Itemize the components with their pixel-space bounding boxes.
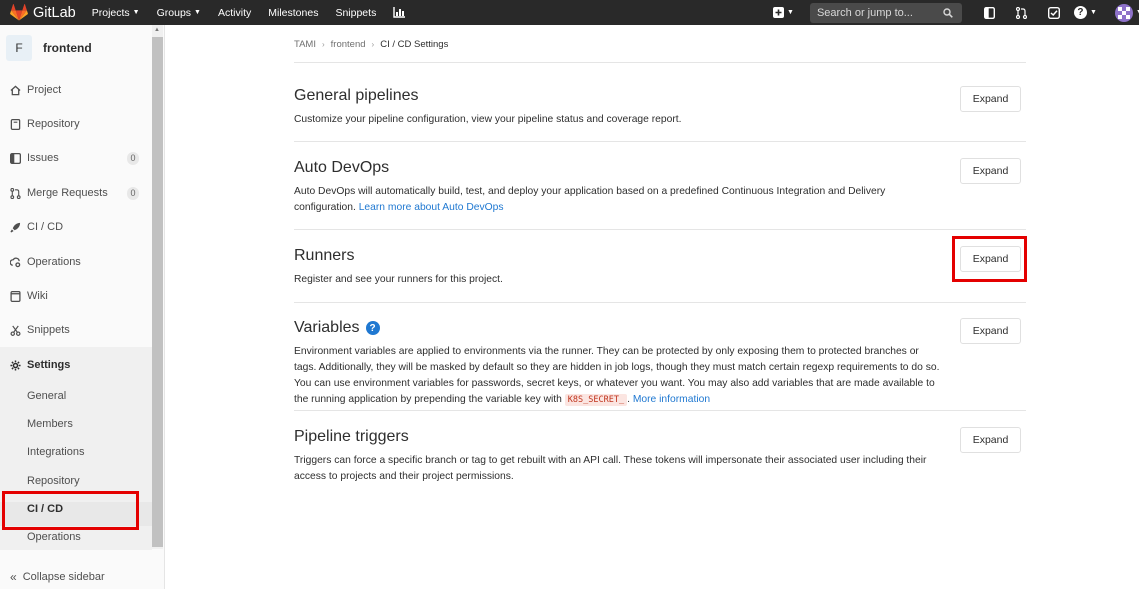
settings-sub-repository[interactable]: Repository bbox=[27, 475, 80, 487]
avatar-pattern-icon bbox=[1117, 6, 1130, 19]
sidebar-item-issues[interactable]: Issues 0 bbox=[0, 146, 150, 170]
chevron-right-icon: › bbox=[371, 40, 375, 49]
breadcrumb-project[interactable]: frontend bbox=[331, 39, 366, 50]
section-title: Variables? bbox=[294, 319, 944, 337]
section-title: Runners bbox=[294, 247, 355, 264]
chevron-down-icon: ▼ bbox=[194, 9, 201, 16]
settings-sub-integrations[interactable]: Integrations bbox=[27, 446, 84, 458]
breadcrumb: TAMI › frontend › CI / CD Settings bbox=[294, 39, 448, 50]
divider bbox=[294, 229, 1026, 230]
question-circle-icon[interactable]: ? bbox=[365, 321, 380, 335]
more-information-link[interactable]: More information bbox=[633, 394, 710, 405]
help-dropdown-button[interactable]: ? ▼ bbox=[1073, 6, 1097, 19]
section-title: Pipeline triggers bbox=[294, 428, 409, 445]
expand-variables-button[interactable]: Expand bbox=[960, 318, 1021, 344]
search-box[interactable] bbox=[809, 2, 962, 23]
sidebar-scrollbar[interactable]: ▲ bbox=[152, 25, 163, 549]
expand-general-pipelines-button[interactable]: Expand bbox=[960, 86, 1021, 112]
sidebar-item-wiki[interactable]: Wiki bbox=[0, 284, 150, 308]
settings-sub-members[interactable]: Members bbox=[27, 418, 73, 430]
brand-name: GitLab bbox=[33, 4, 76, 21]
issues-count-badge: 0 bbox=[127, 151, 139, 165]
sidebar-toggle-button[interactable] bbox=[983, 6, 997, 20]
chart-icon bbox=[393, 7, 406, 18]
sidebar-icon bbox=[984, 6, 996, 19]
section-variables: Variables? Environment variables are app… bbox=[294, 319, 944, 408]
breadcrumb-current: CI / CD Settings bbox=[380, 39, 449, 50]
nav-snippets[interactable]: Snippets bbox=[335, 7, 376, 19]
search-input[interactable] bbox=[816, 6, 943, 19]
rocket-icon bbox=[10, 222, 21, 233]
section-title: Auto DevOps bbox=[294, 159, 390, 176]
scissors-icon bbox=[10, 325, 21, 336]
scroll-up-icon: ▲ bbox=[154, 27, 160, 33]
cloud-gear-icon bbox=[10, 257, 21, 268]
sidebar-project-header[interactable]: F frontend bbox=[6, 35, 92, 61]
expand-pipeline-triggers-button[interactable]: Expand bbox=[960, 427, 1021, 453]
chevron-right-icon: › bbox=[322, 40, 325, 49]
section-description: Environment variables are applied to env… bbox=[294, 346, 940, 406]
breadcrumb-group[interactable]: TAMI bbox=[294, 39, 316, 50]
merge-request-icon bbox=[10, 187, 21, 199]
nav-milestones[interactable]: Milestones bbox=[268, 7, 318, 19]
settings-sub-general[interactable]: General bbox=[27, 390, 66, 402]
highlight-box-runners-expand bbox=[952, 236, 1027, 282]
top-navbar: GitLab Projects ▼ Groups ▼ Activity Milest… bbox=[0, 0, 1139, 25]
nav-groups[interactable]: Groups ▼ bbox=[157, 7, 201, 19]
gitlab-logo[interactable]: GitLab bbox=[10, 4, 76, 21]
search-icon bbox=[943, 7, 953, 18]
project-avatar: F bbox=[6, 35, 32, 61]
project-name: frontend bbox=[43, 41, 92, 55]
sidebar-item-ci-cd[interactable]: CI / CD bbox=[0, 215, 150, 239]
sidebar-item-repository[interactable]: Repository bbox=[0, 112, 150, 136]
sidebar-scrollbar-thumb[interactable] bbox=[152, 37, 163, 547]
sidebar-item-merge-requests[interactable]: Merge Requests 0 bbox=[0, 181, 150, 205]
divider bbox=[294, 62, 1026, 63]
nav-analytics[interactable] bbox=[393, 7, 406, 19]
home-icon bbox=[10, 85, 21, 96]
variable-prefix-code: K8S_SECRET_ bbox=[564, 394, 628, 406]
section-description: Customize your pipeline configuration, v… bbox=[294, 114, 682, 125]
sidebar-item-snippets[interactable]: Snippets bbox=[0, 318, 150, 342]
sidebar-item-settings[interactable]: Settings bbox=[0, 353, 150, 377]
divider bbox=[294, 141, 1026, 142]
double-chevron-left-icon: « bbox=[10, 570, 17, 584]
section-title: General pipelines bbox=[294, 87, 419, 104]
divider bbox=[294, 302, 1026, 303]
todo-check-icon bbox=[1047, 6, 1060, 19]
chevron-down-icon: ▼ bbox=[787, 9, 794, 16]
book-icon bbox=[10, 118, 21, 130]
section-pipeline-triggers: Pipeline triggers Triggers can force a s… bbox=[294, 428, 944, 485]
section-runners: Runners Register and see your runners fo… bbox=[294, 247, 944, 288]
section-description: Auto DevOps will automatically build, te… bbox=[294, 186, 886, 213]
new-dropdown-button[interactable]: ▼ bbox=[773, 7, 794, 18]
gitlab-tanuki-icon bbox=[10, 4, 28, 21]
sidebar-item-project[interactable]: Project bbox=[0, 78, 150, 102]
user-avatar[interactable] bbox=[1114, 3, 1133, 22]
todos-button[interactable] bbox=[1047, 6, 1061, 20]
help-icon: ? bbox=[1073, 6, 1087, 19]
divider bbox=[294, 410, 1026, 411]
issues-icon bbox=[10, 152, 21, 164]
merge-requests-button[interactable] bbox=[1015, 6, 1029, 20]
nav-activity[interactable]: Activity bbox=[218, 7, 251, 19]
highlight-box-sidebar-ci-cd bbox=[2, 491, 139, 530]
merge-request-icon bbox=[1016, 6, 1028, 19]
plus-square-icon bbox=[773, 7, 784, 18]
collapse-sidebar-button[interactable]: « Collapse sidebar bbox=[10, 570, 105, 584]
gear-icon bbox=[10, 359, 21, 371]
sidebar-item-operations[interactable]: Operations bbox=[0, 250, 150, 274]
merge-requests-count-badge: 0 bbox=[127, 186, 139, 200]
section-general-pipelines: General pipelines Customize your pipelin… bbox=[294, 87, 944, 128]
expand-auto-devops-button[interactable]: Expand bbox=[960, 158, 1021, 184]
settings-sub-operations[interactable]: Operations bbox=[27, 531, 81, 543]
section-description: Triggers can force a specific branch or … bbox=[294, 455, 927, 482]
chevron-down-icon: ▼ bbox=[1089, 9, 1097, 16]
book-open-icon bbox=[10, 290, 21, 302]
chevron-down-icon: ▼ bbox=[132, 9, 140, 16]
section-description: Register and see your runners for this p… bbox=[294, 274, 503, 285]
section-auto-devops: Auto DevOps Auto DevOps will automatical… bbox=[294, 159, 944, 216]
learn-more-auto-devops-link[interactable]: Learn more about Auto DevOps bbox=[359, 202, 504, 213]
nav-projects[interactable]: Projects ▼ bbox=[92, 7, 140, 19]
